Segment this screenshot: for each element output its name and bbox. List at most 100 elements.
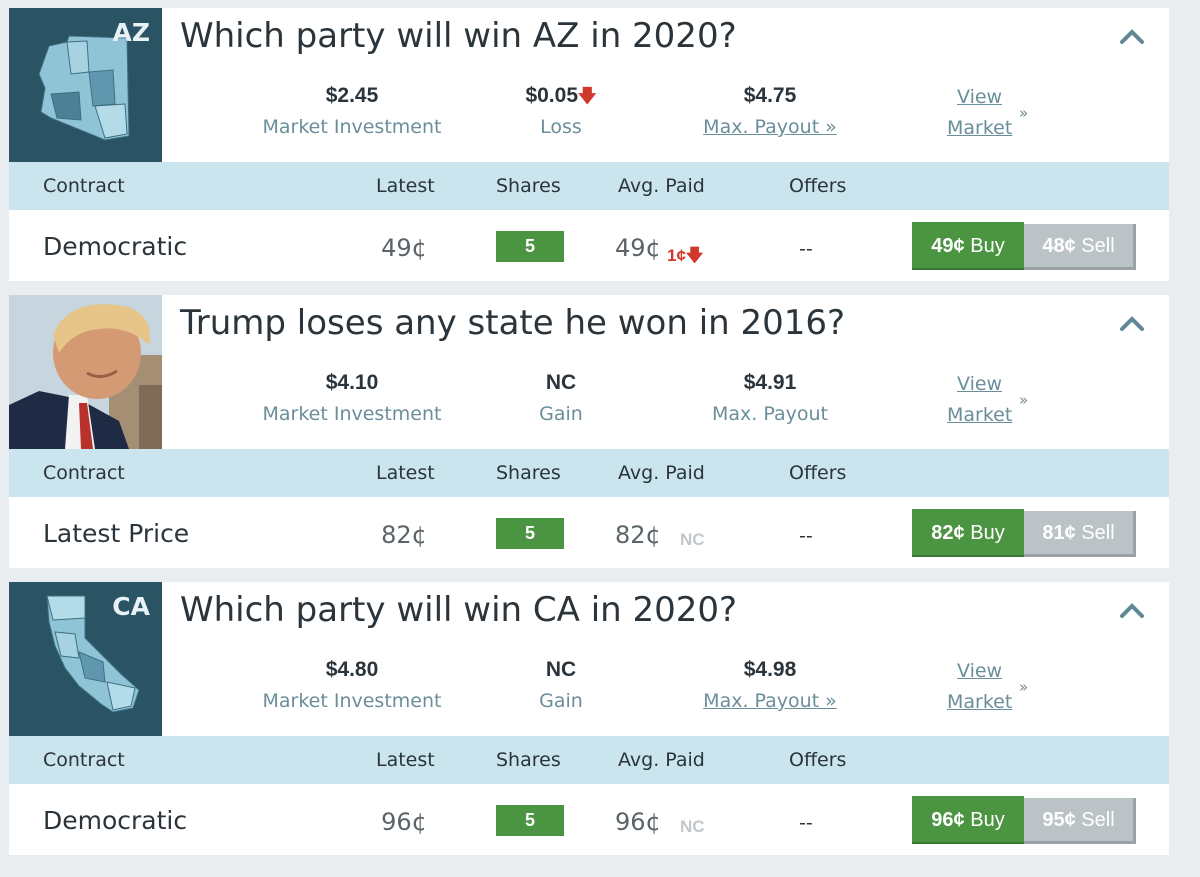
- price-change-value: 1¢: [667, 246, 686, 265]
- header-latest: Latest: [376, 175, 435, 197]
- state-abbreviation: CA: [112, 592, 150, 621]
- view-market-link-line1[interactable]: View: [947, 369, 1027, 400]
- chevron-up-icon: [1120, 29, 1144, 44]
- payout-value: $4.75: [743, 84, 797, 107]
- view-market-link-line2[interactable]: Market: [947, 113, 1027, 144]
- contract-name[interactable]: Latest Price: [43, 519, 189, 548]
- collapse-button[interactable]: [1117, 598, 1147, 622]
- avg-paid: 49¢: [615, 234, 661, 262]
- view-market: View Market »: [947, 82, 1029, 144]
- buy-label: Buy: [970, 522, 1005, 544]
- collapse-button[interactable]: [1117, 311, 1147, 335]
- sell-label: Sell: [1081, 809, 1115, 831]
- header-offers: Offers: [789, 749, 847, 771]
- buy-button[interactable]: 96¢ Buy: [912, 796, 1024, 844]
- arizona-map-icon: AZ: [9, 8, 162, 162]
- california-map-icon: CA: [9, 582, 162, 736]
- view-market-link-line2[interactable]: Market: [947, 400, 1027, 431]
- market-title[interactable]: Which party will win AZ in 2020?: [180, 16, 737, 56]
- investment-value: $4.80: [325, 658, 379, 681]
- investment-label: Market Investment: [262, 403, 442, 425]
- arrow-down-icon: 🡇: [685, 246, 704, 265]
- max-payout: $4.75 Max. Payout »: [650, 82, 890, 138]
- contract-name[interactable]: Democratic: [43, 232, 187, 261]
- shares-badge[interactable]: 5: [496, 231, 564, 262]
- latest-price: 82¢: [381, 521, 427, 549]
- market-investment: $4.80 Market Investment: [232, 656, 472, 712]
- contract-name[interactable]: Democratic: [43, 806, 187, 835]
- candidate-photo: [9, 295, 162, 449]
- gain-loss-label: Gain: [539, 403, 583, 425]
- header-avg-paid: Avg. Paid: [618, 462, 705, 484]
- market-title[interactable]: Which party will win CA in 2020?: [180, 590, 737, 630]
- header-shares: Shares: [496, 462, 561, 484]
- candidate-photo-image: [9, 295, 162, 449]
- avg-paid: 82¢: [615, 521, 661, 549]
- sell-button[interactable]: 81¢ Sell: [1024, 511, 1136, 557]
- chevron-right-icon: »: [1019, 391, 1029, 409]
- gain-loss-value: $0.05: [525, 84, 579, 107]
- collapse-button[interactable]: [1117, 24, 1147, 48]
- investment-value: $4.10: [325, 371, 379, 394]
- gain-loss: NC Gain: [441, 369, 681, 425]
- contract-row: Democratic 96¢ 5 96¢ NC -- 96¢ Buy 95¢ S…: [9, 784, 1169, 855]
- market-card-az: AZ Which party will win AZ in 2020? $2.4…: [9, 8, 1169, 281]
- header-shares: Shares: [496, 175, 561, 197]
- sell-price: 81¢: [1042, 522, 1076, 544]
- max-payout-link[interactable]: Max. Payout »: [650, 690, 890, 712]
- header-contract: Contract: [43, 462, 125, 484]
- header-contract: Contract: [43, 175, 125, 197]
- gain-loss-value: NC: [545, 658, 577, 681]
- gain-loss-label: Loss: [540, 116, 582, 138]
- view-market: View Market »: [947, 369, 1029, 431]
- view-market-link-line1[interactable]: View: [947, 82, 1027, 113]
- buy-button[interactable]: 49¢ Buy: [912, 222, 1024, 270]
- buy-button[interactable]: 82¢ Buy: [912, 509, 1024, 557]
- gain-loss: $0.05🡇 Loss: [441, 82, 681, 138]
- price-change-value: NC: [680, 530, 705, 549]
- shares-badge[interactable]: 5: [496, 805, 564, 836]
- max-payout-link[interactable]: Max. Payout »: [650, 116, 890, 138]
- header-shares: Shares: [496, 749, 561, 771]
- buy-label: Buy: [970, 809, 1005, 831]
- shares-badge[interactable]: 5: [496, 518, 564, 549]
- buy-label: Buy: [970, 235, 1005, 257]
- investment-value: $2.45: [325, 84, 379, 107]
- market-investment: $2.45 Market Investment: [232, 82, 472, 138]
- contract-header-row: Contract Latest Shares Avg. Paid Offers: [9, 162, 1169, 210]
- max-payout: $4.91 Max. Payout: [650, 369, 890, 425]
- view-market: View Market »: [947, 656, 1029, 718]
- header-offers: Offers: [789, 462, 847, 484]
- chevron-right-icon: »: [1019, 678, 1029, 696]
- buy-price: 49¢: [931, 235, 965, 257]
- market-investment: $4.10 Market Investment: [232, 369, 472, 425]
- chevron-right-icon: »: [1019, 104, 1029, 122]
- contract-header-row: Contract Latest Shares Avg. Paid Offers: [9, 449, 1169, 497]
- state-abbreviation: AZ: [112, 18, 150, 47]
- investment-label: Market Investment: [262, 116, 442, 138]
- gain-loss-value: NC: [545, 371, 577, 394]
- sell-price: 95¢: [1042, 809, 1076, 831]
- header-contract: Contract: [43, 749, 125, 771]
- market-card-trump: Trump loses any state he won in 2016? $4…: [9, 295, 1169, 568]
- view-market-link-line1[interactable]: View: [947, 656, 1027, 687]
- buy-price: 96¢: [931, 809, 965, 831]
- contract-row: Latest Price 82¢ 5 82¢ NC -- 82¢ Buy 81¢…: [9, 497, 1169, 568]
- buy-price: 82¢: [931, 522, 965, 544]
- header-avg-paid: Avg. Paid: [618, 749, 705, 771]
- latest-price: 49¢: [381, 234, 427, 262]
- header-latest: Latest: [376, 749, 435, 771]
- contract-row: Democratic 49¢ 5 49¢ 1¢🡇 -- 49¢ Buy 48¢ …: [9, 210, 1169, 281]
- market-title[interactable]: Trump loses any state he won in 2016?: [180, 303, 845, 343]
- sell-button[interactable]: 95¢ Sell: [1024, 798, 1136, 844]
- price-change: 1¢🡇: [667, 243, 703, 272]
- market-card-ca: CA Which party will win CA in 2020? $4.8…: [9, 582, 1169, 855]
- contract-header-row: Contract Latest Shares Avg. Paid Offers: [9, 736, 1169, 784]
- sell-price: 48¢: [1042, 235, 1076, 257]
- sell-button[interactable]: 48¢ Sell: [1024, 224, 1136, 270]
- max-payout: $4.98 Max. Payout »: [650, 656, 890, 712]
- investment-label: Market Investment: [262, 690, 442, 712]
- chevron-up-icon: [1120, 316, 1144, 331]
- avg-paid: 96¢: [615, 808, 661, 836]
- view-market-link-line2[interactable]: Market: [947, 687, 1027, 718]
